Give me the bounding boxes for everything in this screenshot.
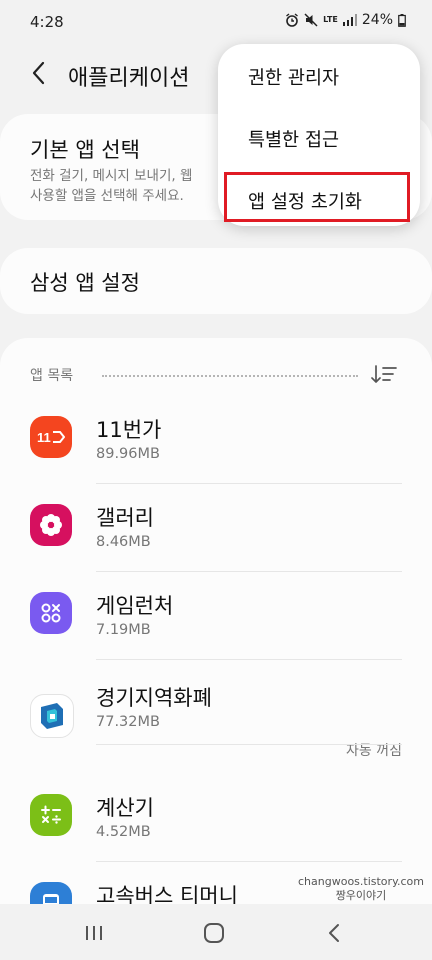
mute-icon	[304, 13, 318, 27]
app-row-calculator[interactable]: 계산기 4.52MB	[0, 784, 432, 864]
back-nav-icon	[329, 924, 339, 942]
app-name: 갤러리	[96, 506, 154, 530]
watermark-url: changwoos.tistory.com	[298, 875, 424, 888]
sort-button[interactable]	[370, 362, 398, 388]
watermark: changwoos.tistory.com 짱우이야기	[298, 875, 424, 903]
divider	[96, 571, 402, 572]
recent-apps-icon	[86, 926, 102, 940]
app-row-game-launcher[interactable]: 게임런처 7.19MB	[0, 582, 432, 662]
divider	[96, 861, 402, 862]
navigation-bar	[0, 904, 432, 960]
calculator-icon	[30, 794, 72, 836]
highlight-box	[224, 172, 410, 222]
app-size: 8.46MB	[96, 534, 151, 550]
recent-apps-button[interactable]	[74, 918, 114, 948]
gallery-flower-icon	[30, 504, 72, 546]
status-icons: LTE 24%	[285, 12, 406, 28]
divider	[96, 744, 402, 745]
dotted-divider	[102, 375, 358, 377]
app-name: 경기지역화폐	[96, 686, 212, 710]
lte-label: LTE	[323, 15, 338, 24]
default-apps-title: 기본 앱 선택	[30, 138, 140, 162]
watermark-blog-name: 짱우이야기	[335, 889, 387, 902]
home-icon	[204, 923, 224, 943]
divider	[96, 483, 402, 484]
menu-item-permission-manager[interactable]: 권한 관리자	[248, 64, 339, 90]
divider	[96, 659, 402, 660]
app-name: 11번가	[96, 418, 162, 442]
gyeonggi-currency-icon	[30, 694, 74, 738]
page-title: 애플리케이션	[68, 66, 190, 91]
sort-icon	[371, 365, 397, 383]
samsung-app-settings-title: 삼성 앱 설정	[30, 271, 140, 295]
status-bar: 4:28 LTE 24%	[0, 0, 432, 44]
signal-icon	[342, 14, 357, 26]
back-arrow-icon	[32, 61, 45, 85]
app-size: 77.32MB	[96, 714, 160, 730]
app-list-card: 앱 목록 11 11번가 89.96MB 갤러리 8.46MB 게임런처 7.1…	[0, 338, 432, 960]
default-apps-description: 전화 걸기, 메시지 보내기, 웹 사용할 앱을 선택해 주세요.	[30, 168, 193, 204]
auto-off-status: 자동 꺼짐	[346, 743, 402, 759]
back-nav-button[interactable]	[314, 918, 354, 948]
menu-item-special-access[interactable]: 특별한 접근	[248, 126, 339, 152]
svg-text:11: 11	[37, 430, 51, 445]
app-size: 7.19MB	[96, 622, 151, 638]
status-time: 4:28	[30, 13, 64, 31]
home-button[interactable]	[194, 918, 234, 948]
game-launcher-icon	[30, 592, 72, 634]
app-size: 4.52MB	[96, 824, 151, 840]
app-size: 89.96MB	[96, 446, 160, 462]
app-row-gallery[interactable]: 갤러리 8.46MB	[0, 494, 432, 574]
back-button[interactable]	[22, 56, 56, 90]
samsung-app-settings-card[interactable]: 삼성 앱 설정	[0, 248, 432, 314]
11st-app-icon: 11	[30, 416, 72, 458]
app-name: 게임런처	[96, 594, 174, 618]
battery-percent: 24%	[361, 12, 393, 28]
app-row-gyeonggi-currency[interactable]: 경기지역화폐 77.32MB 자동 꺼짐	[0, 670, 432, 770]
alarm-icon	[285, 13, 299, 27]
app-row-11st[interactable]: 11 11번가 89.96MB	[0, 406, 432, 486]
app-list-header: 앱 목록	[30, 362, 402, 386]
battery-icon	[398, 13, 406, 27]
app-name: 계산기	[96, 796, 154, 820]
app-list-label: 앱 목록	[30, 368, 74, 384]
